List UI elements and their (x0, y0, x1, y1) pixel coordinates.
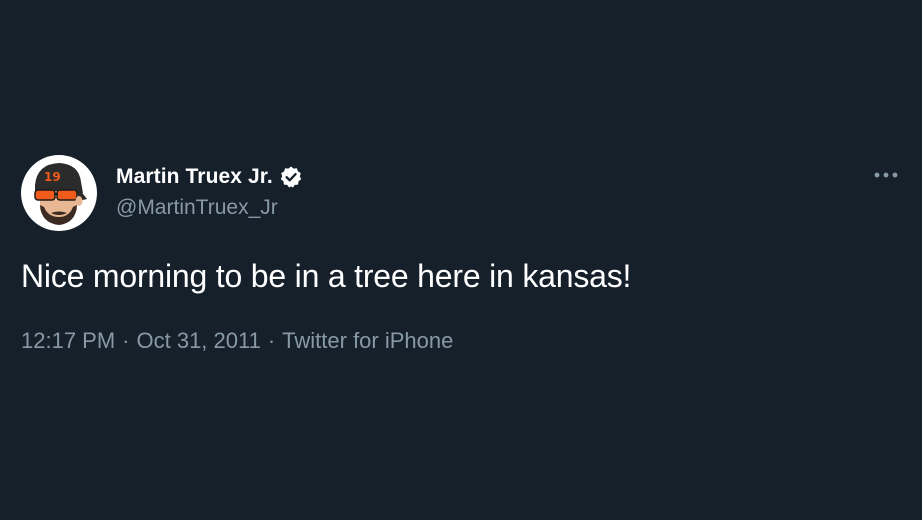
tweet-time[interactable]: 12:17 PM (21, 328, 115, 354)
separator-dot: · (122, 328, 130, 353)
tweet-metadata: 12:17 PM · Oct 31, 2011 · Twitter for iP… (21, 328, 453, 354)
user-handle[interactable]: @MartinTruex_Jr (116, 196, 278, 220)
avatar-cap-number: 19 (44, 170, 61, 184)
separator-dot: · (267, 328, 276, 353)
author-name-row[interactable]: Martin Truex Jr. (116, 163, 303, 191)
verified-badge-icon (280, 166, 302, 188)
more-options-icon[interactable] (872, 166, 900, 184)
avatar[interactable]: 19 (21, 155, 97, 231)
tweet-source[interactable]: Twitter for iPhone (282, 328, 453, 354)
cartoon-avatar-icon: 19 (34, 163, 87, 225)
tweet-text: Nice morning to be in a tree here in kan… (21, 258, 632, 294)
tweet-card: 19 Martin Truex Jr. @MartinTruex_Jr Nice… (0, 0, 922, 520)
tweet-date[interactable]: Oct 31, 2011 (137, 328, 261, 354)
display-name[interactable]: Martin Truex Jr. (116, 165, 273, 189)
